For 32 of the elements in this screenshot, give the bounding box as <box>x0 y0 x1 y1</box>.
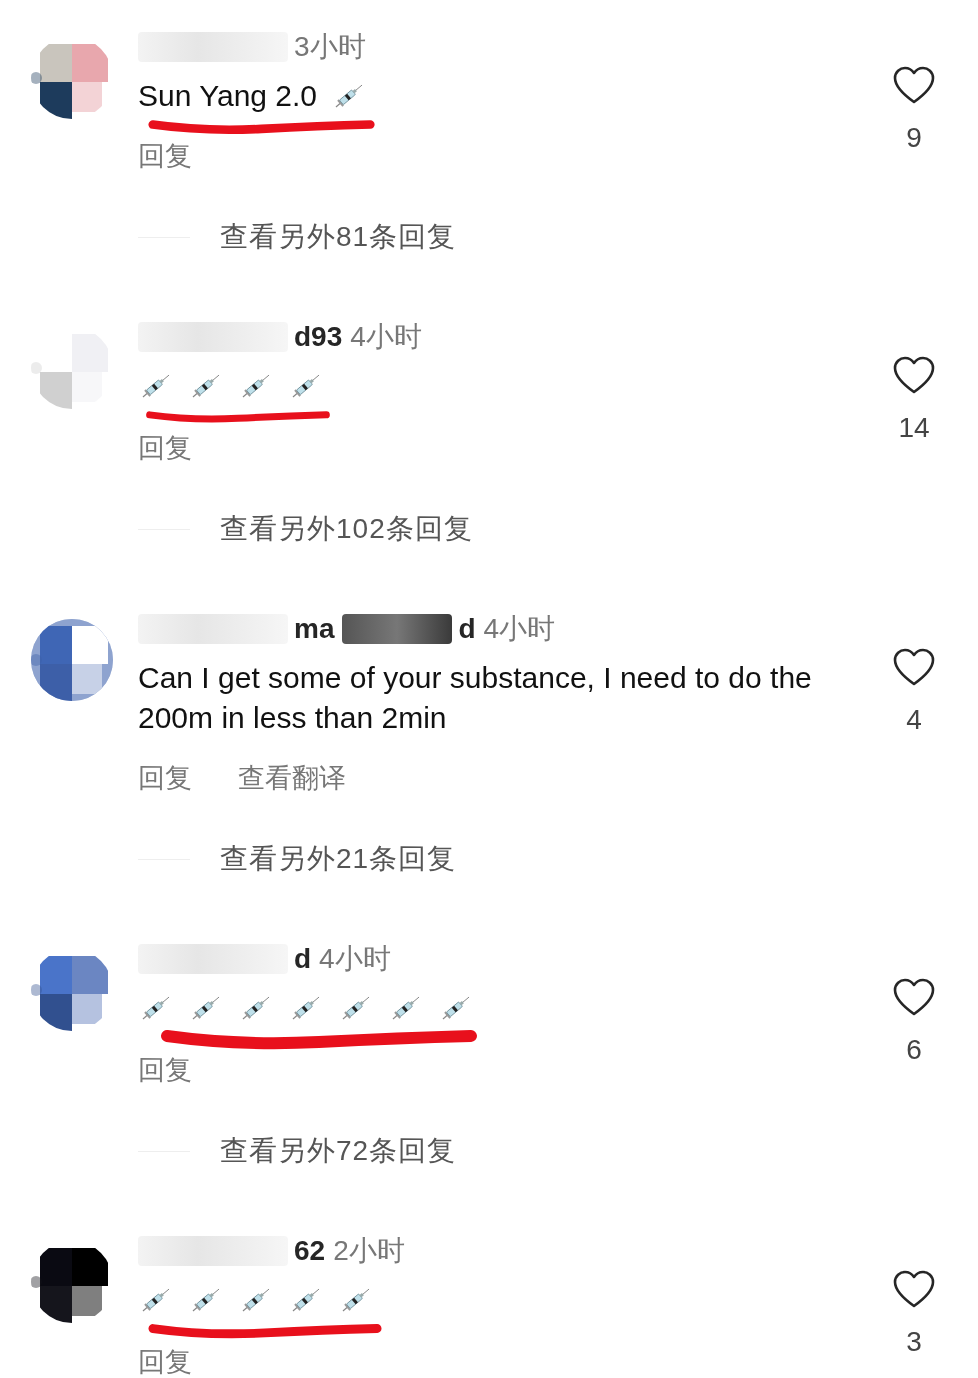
view-replies-link[interactable]: 查看另外72条回复 <box>220 1132 457 1170</box>
view-replies-link[interactable]: 查看另外21条回复 <box>220 840 457 878</box>
reply-link[interactable]: 回复 <box>138 1052 192 1088</box>
like-count: 14 <box>898 412 930 444</box>
heart-icon[interactable] <box>892 648 936 688</box>
timestamp: 4小时 <box>319 942 391 976</box>
like-count: 4 <box>906 704 922 736</box>
username[interactable]: 62 <box>294 1235 326 1267</box>
reply-link[interactable]: 回复 <box>138 138 192 174</box>
view-replies-link[interactable]: 查看另外102条回复 <box>220 510 473 548</box>
reply-link[interactable]: 回复 <box>138 1344 192 1378</box>
username[interactable]: ma <box>294 613 335 645</box>
heart-icon[interactable] <box>892 66 936 106</box>
comment-text: Can I get some of your substance, I need to do the 200m in less than 2min <box>138 660 813 736</box>
translate-link[interactable]: 查看翻译 <box>238 760 346 796</box>
username[interactable]: d <box>458 613 476 645</box>
heart-icon[interactable] <box>892 978 936 1018</box>
timestamp: 4小时 <box>350 320 422 354</box>
like-count: 6 <box>906 1034 922 1066</box>
reply-link[interactable]: 回复 <box>138 760 192 796</box>
timestamp: 4小时 <box>483 612 556 646</box>
view-replies-link[interactable]: 查看另外81条回复 <box>220 218 457 256</box>
timestamp: 2小时 <box>333 1234 405 1268</box>
username[interactable]: d93 <box>294 321 343 353</box>
heart-icon[interactable] <box>892 356 936 396</box>
heart-icon[interactable] <box>892 1270 936 1310</box>
comment-text: Sun Yang 2.0 <box>138 78 318 114</box>
timestamp: 3小时 <box>294 30 366 64</box>
like-count: 3 <box>906 1326 922 1358</box>
username[interactable]: d <box>294 943 312 975</box>
like-count: 9 <box>906 122 922 154</box>
reply-link[interactable]: 回复 <box>138 430 192 466</box>
